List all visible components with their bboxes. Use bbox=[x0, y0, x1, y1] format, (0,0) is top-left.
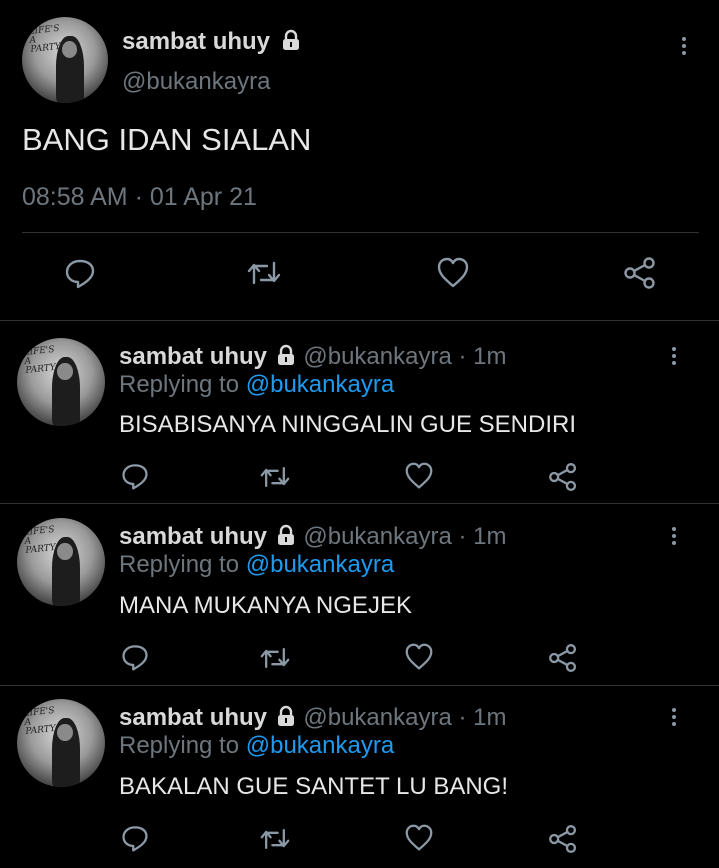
tweet-text: MANA MUKANYA NGEJEK bbox=[119, 592, 412, 619]
lock-icon bbox=[280, 29, 302, 51]
display-name[interactable]: sambat uhuy bbox=[119, 523, 267, 550]
avatar[interactable]: LIFE'S A PARTY bbox=[17, 699, 105, 787]
handle[interactable]: @bukankayra bbox=[303, 704, 451, 731]
handle[interactable]: @bukankayra bbox=[303, 523, 451, 550]
avatar[interactable]: LIFE'S A PARTY bbox=[17, 518, 105, 606]
share-icon[interactable] bbox=[622, 256, 658, 290]
like-icon[interactable] bbox=[436, 257, 470, 289]
avatar[interactable]: LIFE'S A PARTY bbox=[17, 338, 105, 426]
more-options-icon[interactable] bbox=[681, 37, 687, 58]
lock-icon bbox=[275, 344, 297, 366]
retweet-icon[interactable] bbox=[258, 643, 292, 673]
display-name[interactable]: sambat uhuy bbox=[119, 704, 267, 731]
like-icon[interactable] bbox=[404, 643, 434, 671]
reply-icon[interactable] bbox=[120, 642, 150, 672]
reply-icon[interactable] bbox=[120, 461, 150, 491]
lock-icon bbox=[275, 705, 297, 727]
tweet-text: BAKALAN GUE SANTET LU BANG! bbox=[119, 773, 509, 800]
lock-icon bbox=[275, 524, 297, 546]
tweet-text: BISABISANYA NINGGALIN GUE SENDIRI bbox=[119, 411, 577, 438]
replying-to-handle[interactable]: @bukankayra bbox=[246, 371, 394, 398]
replying-to-label: Replying to bbox=[119, 371, 240, 398]
reply-icon[interactable] bbox=[120, 823, 150, 853]
display-name[interactable]: sambat uhuy bbox=[119, 343, 267, 370]
more-options-icon[interactable] bbox=[671, 708, 677, 729]
tweet-text: BANG IDAN SIALAN bbox=[22, 122, 312, 157]
reply-icon[interactable] bbox=[63, 256, 97, 290]
retweet-icon[interactable] bbox=[245, 256, 283, 290]
divider bbox=[22, 232, 699, 233]
replying-to-handle[interactable]: @bukankayra bbox=[246, 551, 394, 578]
tweet-time: · 1m bbox=[458, 704, 507, 731]
display-name[interactable]: sambat uhuy bbox=[122, 28, 270, 55]
handle[interactable]: @bukankayra bbox=[303, 343, 451, 370]
timestamp: 08:58 AM · 01 Apr 21 bbox=[22, 183, 257, 211]
divider bbox=[0, 320, 719, 321]
share-icon[interactable] bbox=[547, 643, 579, 673]
replying-to-label: Replying to bbox=[119, 551, 240, 578]
tweet-time: · 1m bbox=[458, 343, 507, 370]
more-options-icon[interactable] bbox=[671, 527, 677, 548]
like-icon[interactable] bbox=[404, 462, 434, 490]
retweet-icon[interactable] bbox=[258, 824, 292, 854]
retweet-icon[interactable] bbox=[258, 462, 292, 492]
divider bbox=[0, 685, 719, 686]
replying-to-handle[interactable]: @bukankayra bbox=[246, 732, 394, 759]
handle[interactable]: @bukankayra bbox=[122, 68, 270, 96]
divider bbox=[0, 503, 719, 504]
replying-to-label: Replying to bbox=[119, 732, 240, 759]
avatar[interactable]: LIFE'S A PARTY bbox=[22, 17, 108, 103]
like-icon[interactable] bbox=[404, 824, 434, 852]
more-options-icon[interactable] bbox=[671, 347, 677, 368]
tweet-time: · 1m bbox=[458, 523, 507, 550]
share-icon[interactable] bbox=[547, 824, 579, 854]
share-icon[interactable] bbox=[547, 462, 579, 492]
